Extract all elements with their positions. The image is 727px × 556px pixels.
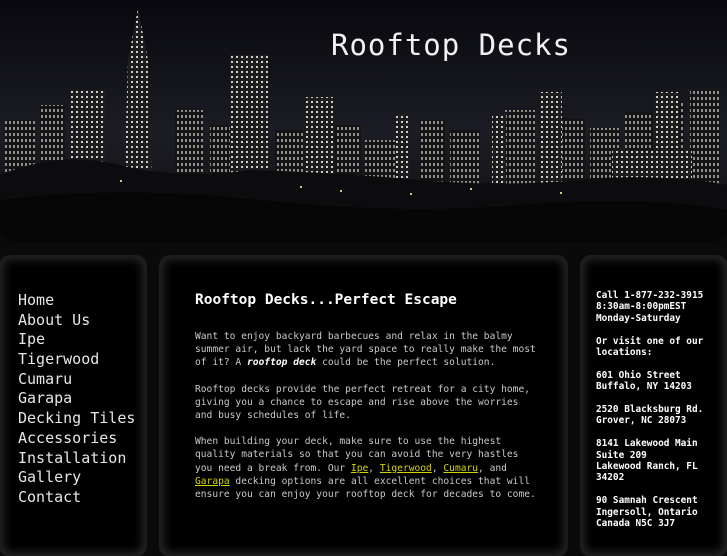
address-line: 8141 Lakewood Main bbox=[596, 438, 698, 450]
visit-text: locations: bbox=[596, 347, 653, 359]
nav-link-about-us[interactable]: About Us bbox=[18, 311, 90, 329]
separator: , and bbox=[478, 462, 507, 474]
materials-paragraph: When building your deck, make sure to us… bbox=[195, 435, 540, 501]
nav-link-cumaru[interactable]: Cumaru bbox=[18, 370, 72, 388]
address-line: Buffalo, NY 14203 bbox=[596, 381, 692, 393]
address-line: Ingersoll, Ontario bbox=[596, 506, 698, 518]
phone-hours-block: Call 1-877-232-3915 8:30am-8:00pmEST Mon… bbox=[596, 290, 724, 324]
rooftop-deck-emphasis: rooftop deck bbox=[246, 357, 317, 369]
nav-link-installation[interactable]: Installation bbox=[18, 449, 126, 467]
location-lakewood-ranch: 8141 Lakewood Main Suite 209 Lakewood Ra… bbox=[596, 438, 724, 484]
visit-prompt: Or visit one of our locations: bbox=[596, 336, 724, 359]
article: Rooftop Decks...Perfect Escape Want to e… bbox=[195, 292, 540, 514]
main-nav: Home About Us Ipe Tigerwood Cumaru Garap… bbox=[18, 290, 135, 507]
ipe-link[interactable]: Ipe bbox=[351, 463, 368, 474]
garapa-link[interactable]: Garapa bbox=[195, 476, 230, 487]
main-content-panel: Rooftop Decks...Perfect Escape Want to e… bbox=[160, 256, 567, 556]
address-line: 601 Ohio Street bbox=[596, 369, 681, 381]
location-buffalo: 601 Ohio Street Buffalo, NY 14203 bbox=[596, 370, 724, 393]
page-heading: Rooftop Decks...Perfect Escape bbox=[195, 292, 457, 308]
separator: , bbox=[431, 462, 444, 474]
nav-link-home[interactable]: Home bbox=[18, 291, 54, 309]
address-line: 2520 Blacksburg Rd. bbox=[596, 404, 704, 416]
nav-link-accessories[interactable]: Accessories bbox=[18, 429, 117, 447]
nav-link-gallery[interactable]: Gallery bbox=[18, 468, 81, 486]
cumaru-link[interactable]: Cumaru bbox=[443, 463, 478, 474]
separator: , bbox=[368, 462, 380, 474]
contact-info: Call 1-877-232-3915 8:30am-8:00pmEST Mon… bbox=[596, 290, 724, 541]
business-days: Monday-Saturday bbox=[596, 312, 681, 324]
crescent-moon-icon bbox=[0, 1, 8, 19]
nav-link-ipe[interactable]: Ipe bbox=[18, 330, 45, 348]
address-line: 90 Samnah Crescent bbox=[596, 495, 698, 507]
address-line: 34202 bbox=[596, 472, 625, 484]
address-line: Canada N5C 3J7 bbox=[596, 518, 676, 530]
header-banner: Rooftop Decks bbox=[0, 0, 727, 242]
nav-link-tigerwood[interactable]: Tigerwood bbox=[18, 350, 99, 368]
address-line: Suite 209 bbox=[596, 449, 647, 461]
location-ingersoll: 90 Samnah Crescent Ingersoll, Ontario Ca… bbox=[596, 495, 724, 529]
retreat-paragraph: Rooftop decks provide the perfect retrea… bbox=[195, 383, 531, 422]
nav-link-garapa[interactable]: Garapa bbox=[18, 389, 72, 407]
intro-paragraph: Want to enjoy backyard barbecues and rel… bbox=[195, 330, 540, 370]
nav-panel: Home About Us Ipe Tigerwood Cumaru Garap… bbox=[0, 256, 146, 556]
address-line: Lakewood Ranch, FL bbox=[596, 461, 698, 473]
intro-text-end: could be the perfect solution. bbox=[316, 357, 496, 369]
nav-link-decking-tiles[interactable]: Decking Tiles bbox=[18, 409, 135, 427]
materials-text-end: decking options are all excellent choice… bbox=[195, 475, 536, 501]
nav-link-contact[interactable]: Contact bbox=[18, 488, 81, 506]
visit-text: Or visit one of our bbox=[596, 335, 704, 347]
site-title: Rooftop Decks bbox=[331, 28, 571, 62]
phone-number: Call 1-877-232-3915 bbox=[596, 290, 704, 301]
tigerwood-link[interactable]: Tigerwood bbox=[380, 463, 432, 474]
address-line: Grover, NC 28073 bbox=[596, 415, 687, 427]
contact-panel: Call 1-877-232-3915 8:30am-8:00pmEST Mon… bbox=[581, 256, 727, 556]
business-hours: 8:30am-8:00pmEST bbox=[596, 301, 687, 313]
location-grover: 2520 Blacksburg Rd. Grover, NC 28073 bbox=[596, 404, 724, 427]
